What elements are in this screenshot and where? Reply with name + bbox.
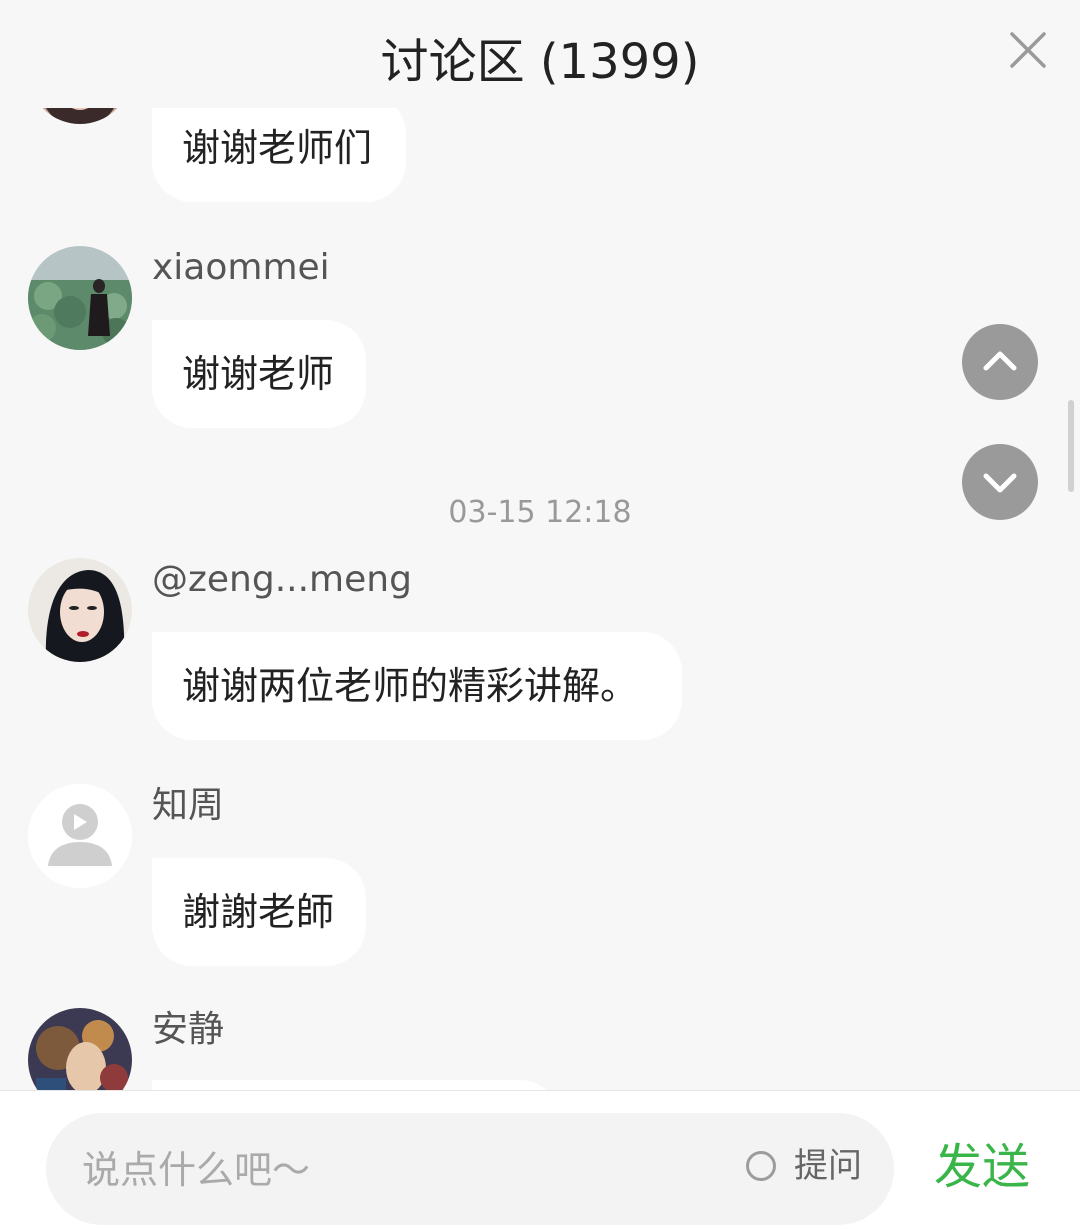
avatar[interactable] <box>28 246 132 350</box>
close-button[interactable] <box>1004 26 1052 74</box>
username: 安静 <box>152 1009 225 1050</box>
scrollbar[interactable] <box>1068 400 1074 492</box>
message-bubble: 谢谢老师们 <box>152 94 406 202</box>
close-icon <box>1010 32 1046 68</box>
username: @zeng...meng <box>152 559 412 600</box>
radio-icon <box>746 1151 776 1181</box>
composer: 提问 发送 <box>0 1090 1080 1229</box>
discussion-panel: 谢谢老师们 xiaommei 谢谢老师 03-15 12:18 @zeng...… <box>0 0 1080 1229</box>
scroll-up-button[interactable] <box>962 324 1038 400</box>
message-feed[interactable]: 谢谢老师们 xiaommei 谢谢老师 03-15 12:18 @zeng...… <box>0 0 1080 1090</box>
avatar[interactable] <box>28 1008 132 1090</box>
message-bubble: 谢谢两位老师的精彩讲解。 <box>152 632 682 740</box>
page-title: 讨论区 (1399) <box>380 34 700 90</box>
chevron-up-icon <box>983 351 1017 371</box>
avatar[interactable] <box>28 784 132 888</box>
username: xiaommei <box>152 247 330 288</box>
header: 讨论区 (1399) <box>0 0 1080 108</box>
scroll-down-button[interactable] <box>962 444 1038 520</box>
message-bubble: 谢谢老师 <box>152 320 366 428</box>
chevron-down-icon <box>983 473 1017 493</box>
message-input-container: 提问 <box>46 1113 894 1227</box>
message-bubble <box>152 1080 560 1090</box>
avatar[interactable] <box>28 558 132 662</box>
send-button[interactable]: 发送 <box>934 1137 1030 1197</box>
question-label: 提问 <box>794 1146 862 1186</box>
timestamp: 03-15 12:18 <box>448 495 632 530</box>
username: 知周 <box>152 785 225 826</box>
message-input[interactable] <box>80 1113 724 1227</box>
message-bubble: 謝謝老師 <box>152 858 366 966</box>
